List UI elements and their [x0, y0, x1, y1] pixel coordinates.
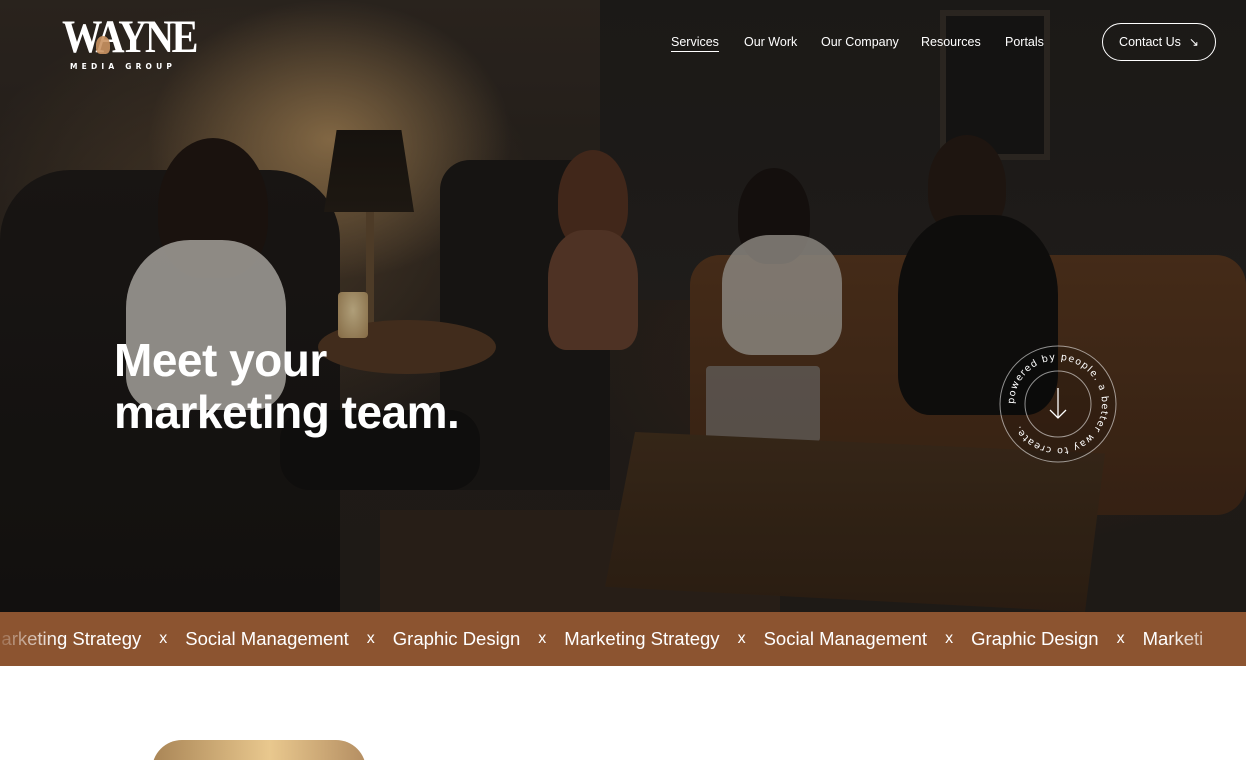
services-marquee: Marketing Strategy x Social Management x…: [0, 612, 1246, 666]
brand-logo[interactable]: WAYNE MEDIA GROUP: [62, 11, 198, 72]
nav-item-services[interactable]: Services: [671, 35, 719, 52]
nav-item-portals[interactable]: Portals: [1005, 35, 1044, 49]
logo-subtitle: MEDIA GROUP: [70, 62, 177, 71]
marquee-item: Graphic Design: [971, 628, 1099, 649]
scroll-down-badge[interactable]: powered by people. a better way to creat…: [998, 344, 1118, 464]
marquee-separator: x: [945, 630, 954, 647]
marquee-separator: x: [538, 630, 547, 647]
nav-item-resources[interactable]: Resources: [921, 35, 981, 49]
logo-wordmark: WAYNE: [62, 11, 198, 63]
marquee-separator: x: [737, 630, 746, 647]
marquee-item: Graphic Design: [392, 628, 521, 649]
hero-title-line: Meet your: [114, 334, 327, 386]
marquee-separator: x: [366, 630, 375, 647]
scroll-badge-graphic: powered by people. a better way to creat…: [999, 345, 1117, 463]
marquee-item: Marketing Strategy: [564, 628, 720, 649]
logo-figure-icon: [96, 36, 110, 54]
section-image-preview: [152, 740, 366, 760]
marquee-separator: x: [1116, 630, 1125, 647]
marquee-fade: [1166, 612, 1246, 666]
arrow-down-right-icon: ↘: [1188, 35, 1199, 49]
marquee-track: Marketing Strategy x Social Management x…: [0, 612, 1203, 666]
contact-us-label: Contact Us: [1119, 35, 1181, 49]
hero-title: Meet your marketing team.: [114, 334, 534, 438]
marquee-fade: [0, 612, 60, 666]
hero-overlay: [0, 0, 1246, 612]
hero-title-line: marketing team.: [114, 386, 460, 438]
marquee-item: Social Management: [185, 628, 349, 649]
marquee-separator: x: [159, 630, 168, 647]
marquee-item: Social Management: [763, 628, 928, 649]
nav-item-our-work[interactable]: Our Work: [744, 35, 797, 49]
nav-item-our-company[interactable]: Our Company: [821, 35, 899, 49]
hero-section: WAYNE MEDIA GROUP Services Our Work Our …: [0, 0, 1246, 612]
contact-us-button[interactable]: Contact Us ↘: [1102, 23, 1216, 61]
